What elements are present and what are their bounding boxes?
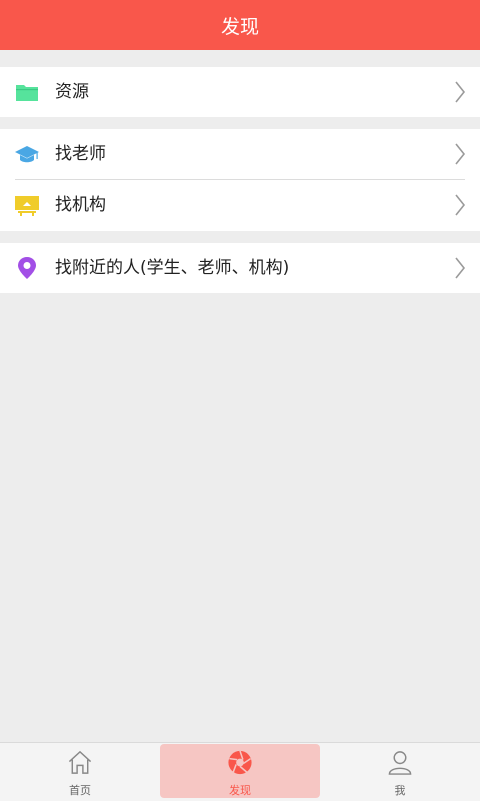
graduation-cap-icon [15,146,39,163]
chevron-right-icon [455,194,466,216]
page-title: 发现 [220,15,259,38]
folder-icon [16,85,38,101]
tab-home[interactable]: 首页 [0,744,160,798]
institution-icon [15,196,39,216]
row-find-teacher[interactable]: 找老师 [0,129,480,179]
home-icon [68,750,92,774]
app-header: 发现 [0,0,480,50]
chevron-right-icon [455,143,466,165]
tab-label: 首页 [69,784,91,797]
resources-group: 资源 [0,67,480,117]
row-label: 找老师 [55,144,106,164]
row-label: 资源 [55,82,89,102]
bottom-tab-bar: 首页 发现 我 [0,742,480,801]
aperture-icon [228,750,252,775]
person-icon [388,751,412,775]
row-resources[interactable]: 资源 [0,67,480,117]
tab-me[interactable]: 我 [320,744,480,798]
row-find-nearby[interactable]: 找附近的人(学生、老师、机构) [0,243,480,293]
row-label: 找附近的人(学生、老师、机构) [55,258,290,278]
tab-label: 发现 [229,784,251,797]
chevron-right-icon [455,81,466,103]
location-pin-icon [18,257,36,279]
row-find-institution[interactable]: 找机构 [0,180,480,230]
find-group: 找老师 找机构 [0,129,480,231]
tab-discover[interactable]: 发现 [160,744,320,798]
row-label: 找机构 [55,195,106,215]
chevron-right-icon [455,257,466,279]
nearby-group: 找附近的人(学生、老师、机构) [0,243,480,293]
tab-label: 我 [394,784,406,797]
